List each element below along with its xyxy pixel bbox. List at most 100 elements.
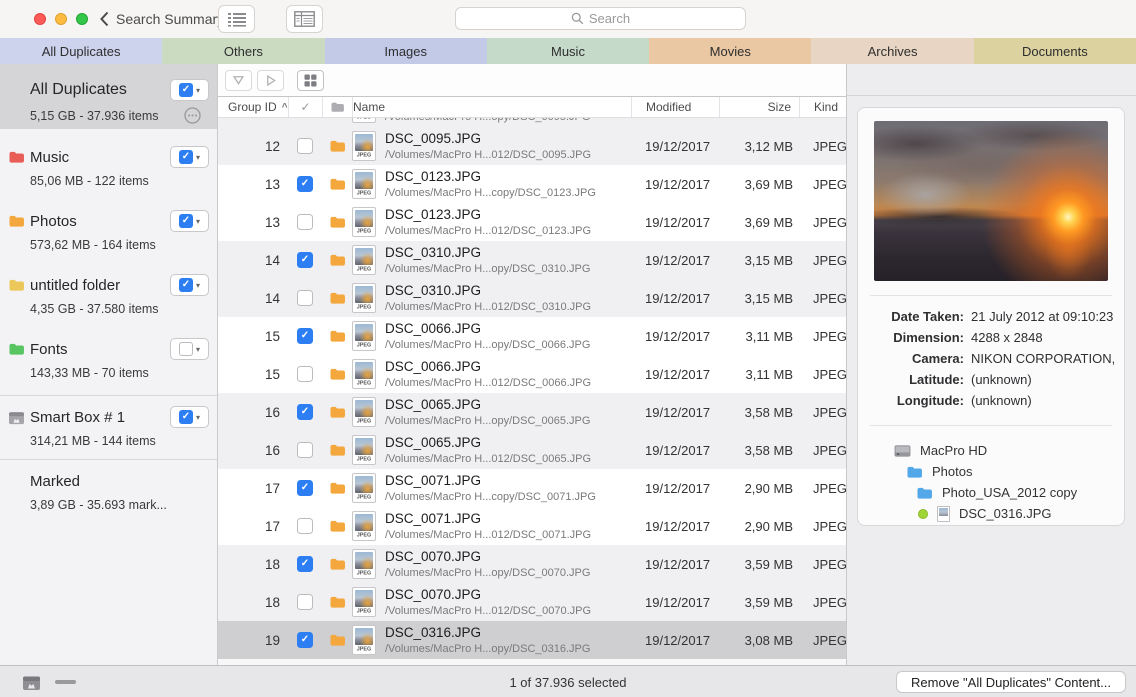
search-input[interactable]: Search [455,7,746,30]
row-checkbox[interactable] [297,366,313,382]
folder-icon [330,216,345,228]
column-header-kind[interactable]: Kind [799,97,846,117]
mark-dropdown-control[interactable]: ▾ [170,79,209,101]
column-header-checked[interactable]: ✓ [288,97,322,117]
file-path: /Volumes/MacPro H...opy/DSC_0310.JPG [385,262,591,275]
row-checkbox[interactable] [297,138,313,154]
more-options-button[interactable] [184,107,201,124]
sidebar-item-smart-box-1[interactable]: Smart Box # 1 ▾ 314,21 MB - 144 items [0,395,217,459]
close-button[interactable] [34,13,46,25]
table-row[interactable]: 16 JPEG DSC_0065.JPG/Volumes/MacPro H...01… [218,431,846,469]
expand-groups-button[interactable] [257,69,284,91]
sidebar-item-all-duplicates[interactable]: All Duplicates ▾ 5,15 GB - 37.936 items [0,64,217,129]
sidebar-item-fonts[interactable]: Fonts ▾ 143,33 MB - 70 items [0,331,217,395]
file-path: /Volumes/MacPro H...012/DSC_0065.JPG [385,452,592,465]
row-checkbox[interactable] [297,252,313,268]
tab-label: All Duplicates [41,43,121,59]
mark-checkbox[interactable] [178,410,193,424]
back-button[interactable]: Search Summary [100,0,224,38]
mark-checkbox[interactable] [178,83,193,97]
sidebar-item-marked[interactable]: Marked 3,89 GB - 35.693 mark... [0,459,217,523]
folder-icon [330,254,345,266]
folder-cell [322,405,352,419]
hard-drive-icon [894,444,911,457]
metadata-label: Date Taken: [891,309,964,324]
row-checkbox[interactable] [297,518,313,534]
row-checkbox[interactable] [297,214,313,230]
smart-box-add-icon[interactable] [22,674,41,691]
zoom-button[interactable] [76,13,88,25]
tab-all-duplicates[interactable]: All Duplicates [0,38,163,64]
mark-dropdown-control[interactable]: ▾ [170,146,209,168]
size-cell: 3,11 MB [745,366,793,382]
sidebar-item-untitled-folder[interactable]: untitled folder ▾ 4,35 GB - 37.580 items [0,267,217,331]
tab-documents[interactable]: Documents [973,38,1136,64]
column-header-group-id[interactable]: Group ID ^ [218,97,288,117]
table-row[interactable]: 19 JPEG DSC_0316.JPG/Volumes/MacPro H...op… [218,621,846,659]
mark-checkbox[interactable] [178,342,193,356]
row-checkbox[interactable] [297,480,313,496]
list-view-button[interactable] [218,5,255,33]
sidebar-item-photos[interactable]: Photos ▾ 573,62 MB - 164 items [0,203,217,267]
row-checkbox[interactable] [297,404,313,420]
mark-dropdown-control[interactable]: ▾ [170,338,209,360]
column-header-size[interactable]: Size [719,97,799,117]
folder-icon [9,215,24,227]
path-tree-item-photo-usa-2012-copy[interactable]: Photo_USA_2012 copy [858,482,1124,503]
name-cell: JPEG DSC_0123.JPG/Volumes/MacPro H...copy… [352,168,631,200]
folder-icon [330,634,345,646]
tab-music[interactable]: Music [486,38,650,64]
table-row[interactable]: 17 JPEG DSC_0071.JPG/Volumes/MacPro H...01… [218,507,846,545]
mark-checkbox[interactable] [178,214,193,228]
path-tree-item-dsc-0316-jpg[interactable]: DSC_0316.JPG [858,503,1124,524]
table-row[interactable]: 18 JPEG DSC_0070.JPG/Volumes/MacPro H...op… [218,545,846,583]
check-cell [288,328,322,344]
path-tree-item-photos[interactable]: Photos [858,461,1124,482]
detail-view-button[interactable] [286,5,323,33]
file-path: /Volumes/MacPro H...012/DSC_0071.JPG [385,528,592,541]
minus-icon[interactable] [55,680,76,684]
row-checkbox[interactable] [297,442,313,458]
kind-cell: JPEG [813,556,846,572]
chevron-down-icon: ▾ [195,85,200,95]
column-header-name[interactable]: Name [352,97,631,117]
column-header-modified[interactable]: Modified [631,97,719,117]
table-row[interactable]: 12 JPEG DSC_0095.JPG/Volumes/MacPro H...01… [218,127,846,165]
minimize-button[interactable] [55,13,67,25]
row-checkbox[interactable] [297,594,313,610]
mark-dropdown-control[interactable]: ▾ [170,210,209,232]
tab-images[interactable]: Images [324,38,487,64]
table-row[interactable]: 15 JPEG DSC_0066.JPG/Volumes/MacPro H...op… [218,317,846,355]
mark-checkbox[interactable] [178,278,193,292]
remove-content-button[interactable]: Remove "All Duplicates" Content... [896,671,1126,693]
sidebar-item-title: Photos [30,212,77,230]
sidebar-item-music[interactable]: Music ▾ 85,06 MB - 122 items [0,139,217,203]
row-checkbox[interactable] [297,632,313,648]
size-cell: 3,12 MB [744,138,793,154]
table-row[interactable]: 14 JPEG DSC_0310.JPG/Volumes/MacPro H...op… [218,241,846,279]
row-checkbox[interactable] [297,176,313,192]
table-row[interactable]: 12JPEGDSC_0095.JPG/Volumes/MacPro H...op… [218,118,846,127]
group-view-button[interactable] [297,69,324,91]
table-row[interactable]: 15 JPEG DSC_0066.JPG/Volumes/MacPro H...01… [218,355,846,393]
table-row[interactable]: 18 JPEG DSC_0070.JPG/Volumes/MacPro H...01… [218,583,846,621]
row-checkbox[interactable] [297,328,313,344]
tab-others[interactable]: Others [162,38,325,64]
mark-dropdown-control[interactable]: ▾ [170,406,209,428]
mark-dropdown-control[interactable]: ▾ [170,274,209,296]
table-row[interactable]: 13 JPEG DSC_0123.JPG/Volumes/MacPro H...01… [218,203,846,241]
row-checkbox[interactable] [297,556,313,572]
tab-movies[interactable]: Movies [649,38,812,64]
column-header-folder[interactable] [322,97,352,117]
folder-cell [322,519,352,533]
table-row[interactable]: 17 JPEG DSC_0071.JPG/Volumes/MacPro H...co… [218,469,846,507]
folder-icon [330,292,345,304]
collapse-groups-button[interactable] [225,69,252,91]
row-checkbox[interactable] [297,290,313,306]
mark-checkbox[interactable] [178,150,193,164]
table-row[interactable]: 14 JPEG DSC_0310.JPG/Volumes/MacPro H...01… [218,279,846,317]
table-row[interactable]: 16 JPEG DSC_0065.JPG/Volumes/MacPro H...op… [218,393,846,431]
tab-archives[interactable]: Archives [811,38,974,64]
table-row[interactable]: 13 JPEG DSC_0123.JPG/Volumes/MacPro H...co… [218,165,846,203]
path-tree-item-macpro-hd[interactable]: MacPro HD [858,440,1124,461]
